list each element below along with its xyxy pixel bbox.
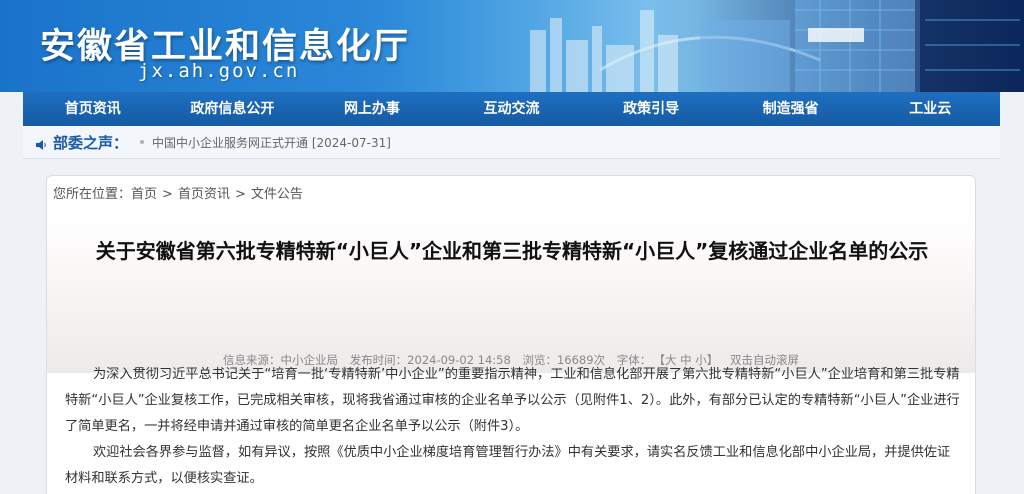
nav-item-policy[interactable]: 政策引导 [581, 92, 721, 126]
site-domain: jx.ah.gov.cn [138, 60, 300, 82]
notice-link[interactable]: 中国中小企业服务网正式开通 [2024-07-31] [152, 134, 391, 151]
site-header: 安徽省工业和信息化厅 jx.ah.gov.cn [0, 0, 1024, 92]
main-nav: 首页资讯 政府信息公开 网上办事 互动交流 政策引导 制造强省 工业云 [23, 92, 1000, 126]
article-body: 为深入贯彻习近平总书记关于“培育一批‘专精特新’中小企业”的重要指示精神，工业和… [65, 362, 960, 492]
speaker-icon [35, 136, 47, 150]
nav-item-home-news[interactable]: 首页资讯 [23, 92, 163, 126]
article-card: 您所在位置：首页 > 首页资讯 > 文件公告 关于安徽省第六批专精特新“小巨人”企业和第… [46, 175, 976, 494]
nav-item-gov-info[interactable]: 政府信息公开 [163, 92, 303, 126]
breadcrumb-separator: > [234, 187, 246, 202]
notice-title: 部委之声： [53, 133, 129, 152]
nav-item-manufacturing[interactable]: 制造强省 [721, 92, 861, 126]
nav-item-interaction[interactable]: 互动交流 [442, 92, 582, 126]
notice-bar: 部委之声： 中国中小企业服务网正式开通 [2024-07-31] [23, 126, 1000, 159]
breadcrumb-item-home[interactable]: 首页 [131, 187, 157, 202]
header-skyline-image [400, 0, 1024, 92]
breadcrumb-item-announcements[interactable]: 文件公告 [251, 187, 303, 202]
nav-item-online-services[interactable]: 网上办事 [302, 92, 442, 126]
breadcrumb-prefix: 您所在位置： [53, 187, 132, 202]
breadcrumb-separator: > [162, 187, 173, 202]
article-title: 关于安徽省第六批专精特新“小巨人”企业和第三批专精特新“小巨人”复核通过企业名单… [95, 239, 929, 263]
nav-item-industry-cloud[interactable]: 工业云 [860, 92, 1000, 126]
article-paragraph: 欢迎社会各界参与监督，如有异议，按照《优质中小企业梯度培育管理暂行办法》中有关要… [65, 445, 951, 486]
article-paragraph: 为深入贯彻习近平总书记关于“培育一批‘专精特新’中小企业”的重要指示精神，工业和… [65, 367, 960, 434]
breadcrumb-item-home-news[interactable]: 首页资讯 [178, 187, 230, 202]
article-title-block: 关于安徽省第六批专精特新“小巨人”企业和第三批专精特新“小巨人”复核通过企业名单… [47, 213, 975, 373]
breadcrumb: 您所在位置：首页 > 首页资讯 > 文件公告 [53, 183, 303, 202]
bullet-icon [140, 140, 145, 144]
